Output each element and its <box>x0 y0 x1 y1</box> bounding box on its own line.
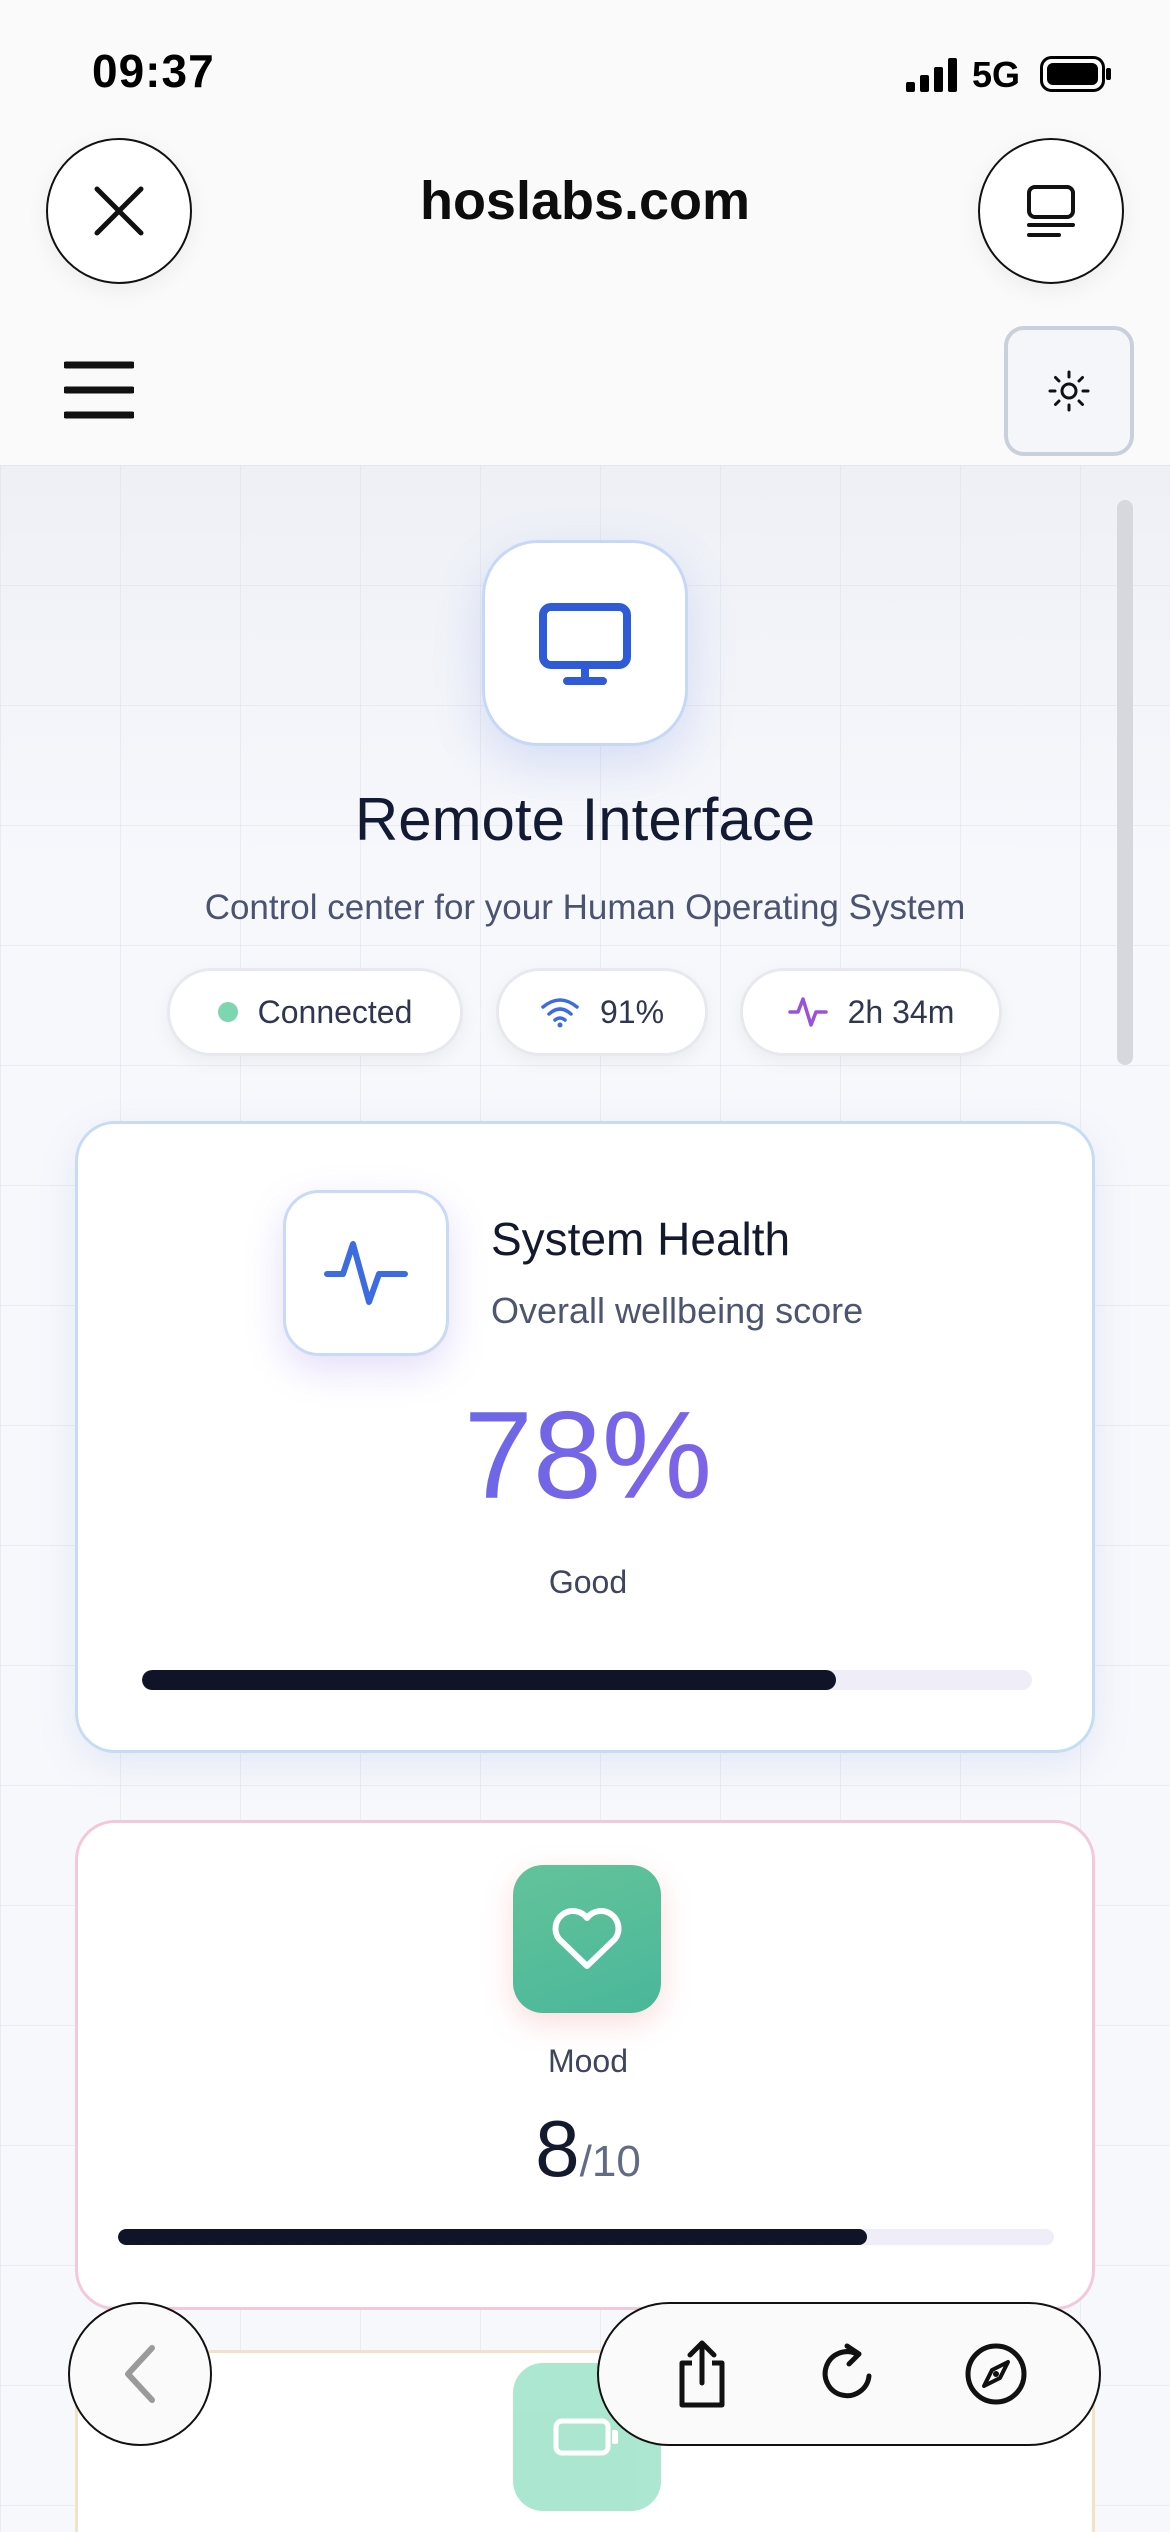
hamburger-menu-icon[interactable] <box>64 360 134 420</box>
reload-icon <box>822 2343 872 2399</box>
share-icon <box>679 2340 725 2408</box>
heart-icon <box>552 1908 622 1969</box>
hero-icon-tile <box>482 540 688 746</box>
health-status: Good <box>548 1564 628 1600</box>
mood-score: 8 <box>535 2104 580 2193</box>
page-title: Remote Interface <box>354 786 816 853</box>
health-progress-bar <box>142 1670 1032 1690</box>
status-time: 09:37 <box>92 45 215 97</box>
status-bar: 09:37 5G <box>0 0 1170 140</box>
connection-status-pill: Connected <box>167 968 463 1056</box>
scrollbar[interactable] <box>1117 500 1133 1065</box>
mood-icon-tile <box>513 1865 661 2013</box>
mood-card[interactable]: Mood 8/10 <box>75 1820 1095 2310</box>
share-button[interactable] <box>662 2334 742 2414</box>
mood-progress-fill <box>118 2229 867 2245</box>
browser-toolbar <box>597 2302 1101 2446</box>
wifi-icon <box>541 998 579 1028</box>
health-icon-tile <box>283 1190 449 1356</box>
uptime-pill: 2h 34m <box>740 968 1002 1056</box>
status-dot <box>217 1002 238 1022</box>
system-health-card[interactable]: System Health Overall wellbeing score 78… <box>75 1121 1095 1753</box>
health-subtitle: Overall wellbeing score <box>491 1290 864 1331</box>
page-subtitle: Control center for your Human Operating … <box>204 888 966 927</box>
mood-value: 8/10 <box>78 2103 1098 2195</box>
mood-label: Mood <box>547 2043 629 2079</box>
mood-progress-bar <box>118 2229 1054 2245</box>
compass-button[interactable] <box>956 2334 1036 2414</box>
activity-icon <box>324 1241 408 1305</box>
battery-outline-icon <box>553 2418 618 2456</box>
url-display[interactable]: hoslabs.com <box>0 170 1170 232</box>
chevron-left-icon <box>125 2345 155 2403</box>
mood-max: /10 <box>579 2137 641 2186</box>
health-title: System Health <box>491 1213 791 1265</box>
activity-icon <box>787 997 828 1027</box>
health-score: 78% <box>78 1394 1098 1518</box>
uptime-label: 2h 34m <box>847 993 955 1030</box>
theme-toggle-button[interactable] <box>1004 326 1134 456</box>
compass-icon <box>965 2343 1027 2405</box>
reload-button[interactable] <box>809 2334 889 2414</box>
monitor-icon <box>539 603 631 685</box>
battery-icon <box>1040 56 1111 92</box>
network-type: 5G <box>972 54 1021 95</box>
connection-status-label: Connected <box>257 993 413 1030</box>
sun-icon <box>1048 370 1090 412</box>
back-button[interactable] <box>68 2302 212 2446</box>
health-progress-fill <box>142 1670 837 1690</box>
signal-strength-label: 91% <box>599 993 665 1030</box>
cellular-signal-icon <box>906 58 957 92</box>
signal-strength-pill: 91% <box>496 968 708 1056</box>
